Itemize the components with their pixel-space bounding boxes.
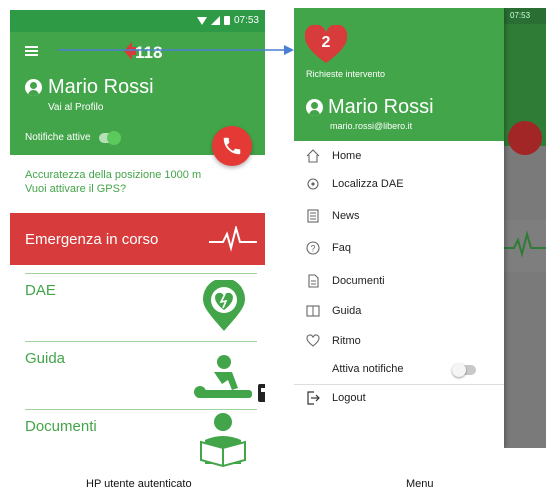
drawer-user-name: Mario Rossi — [328, 96, 434, 118]
notifications-label: Notifiche attive — [25, 132, 91, 143]
card-documenti[interactable]: Documenti — [25, 409, 257, 470]
cpr-icon — [194, 355, 265, 402]
phone-icon — [223, 137, 241, 155]
gps-accuracy: Accuratezza della posizione 1000 m — [25, 169, 202, 181]
menu-item-faq[interactable]: ? Faq — [294, 236, 504, 262]
notifications-toggle[interactable] — [98, 130, 121, 145]
wifi-icon — [196, 16, 207, 25]
logout-label: Logout — [332, 392, 366, 404]
document-icon — [308, 274, 319, 288]
help-icon: ? — [306, 241, 320, 255]
caption-home: HP utente autenticato — [86, 478, 192, 490]
signal-icon — [210, 16, 220, 25]
requests-label: Richieste intervento — [306, 69, 386, 79]
menu-label: Guida — [332, 305, 362, 317]
card-dae-label: DAE — [25, 282, 56, 299]
status-time: 07:53 — [233, 15, 259, 26]
notifications-row: Notifiche attive — [25, 130, 121, 145]
menu-label: Documenti — [332, 275, 385, 287]
requests-heart-icon[interactable]: 2 — [304, 25, 348, 65]
gps-prompt: Vuoi attivare il GPS? — [25, 183, 127, 195]
battery-icon — [223, 16, 230, 25]
home-icon — [306, 149, 320, 163]
drawer-header: 2 Richieste intervento Mario Rossi mario… — [294, 8, 504, 141]
profile-link[interactable]: Vai al Profilo — [48, 102, 103, 113]
call-button[interactable] — [212, 126, 252, 166]
card-dae[interactable]: DAE — [25, 273, 257, 341]
notifications-toggle[interactable] — [452, 363, 476, 377]
card-guida[interactable]: Guida — [25, 341, 265, 409]
dimmed-background[interactable]: 07:53 — [504, 8, 546, 448]
account-icon — [25, 79, 42, 96]
user-row: Mario Rossi — [25, 76, 154, 99]
drawer-user-row: Mario Rossi — [306, 96, 434, 119]
menu-item-logout[interactable]: Logout — [294, 386, 504, 412]
card-guida-label: Guida — [25, 350, 66, 367]
emergency-label: Emergenza in corso — [25, 231, 159, 248]
menu-item-attiva-notifiche: Attiva notifiche — [294, 357, 504, 383]
user-name: Mario Rossi — [48, 76, 154, 98]
user-email: mario.rossi@libero.it — [330, 121, 413, 131]
menu-item-news[interactable]: News — [294, 204, 504, 230]
menu-icon[interactable] — [25, 46, 38, 58]
gps-message[interactable]: Accuratezza della posizione 1000 m Vuoi … — [25, 168, 201, 196]
heart-outline-icon — [306, 334, 320, 347]
menu-label: Home — [332, 150, 362, 162]
home-screen: 07:53 118 Mario Rossi Vai al Profilo Not… — [10, 10, 265, 470]
navigation-drawer: 2 Richieste intervento Mario Rossi mario… — [294, 8, 504, 448]
menu-item-home[interactable]: Home — [294, 144, 504, 170]
reader-icon — [200, 413, 246, 468]
news-icon — [307, 209, 319, 223]
menu-label: Ritmo — [332, 335, 361, 347]
menu-item-ritmo[interactable]: Ritmo — [294, 329, 504, 355]
menu-item-guida[interactable]: Guida — [294, 299, 504, 325]
emergency-banner[interactable]: Emergenza in corso — [10, 213, 265, 265]
heartbeat-icon-dimmed — [504, 230, 546, 258]
locate-icon — [307, 178, 319, 190]
account-icon — [306, 99, 323, 116]
menu-screen: 07:53 2 Richieste intervento Mario Rossi… — [294, 8, 546, 448]
logout-icon — [307, 391, 320, 405]
menu-label: Localizza DAE — [332, 178, 404, 190]
request-count: 2 — [322, 34, 331, 51]
menu-item-localizza-dae[interactable]: Localizza DAE — [294, 172, 504, 198]
menu-label: News — [332, 210, 360, 222]
card-documenti-label: Documenti — [25, 418, 97, 435]
menu-item-documenti[interactable]: Documenti — [294, 269, 504, 295]
heartbeat-icon — [209, 226, 257, 252]
status-bar: 07:53 — [10, 10, 265, 32]
status-time-dimmed: 07:53 — [504, 8, 546, 24]
menu-label: Faq — [332, 242, 351, 254]
divider — [294, 384, 504, 385]
transition-arrow — [58, 45, 294, 55]
aed-pin-icon — [203, 280, 245, 331]
svg-text:?: ? — [310, 244, 315, 254]
book-icon — [306, 305, 320, 317]
menu-label: Attiva notifiche — [332, 363, 404, 375]
caption-menu: Menu — [406, 478, 434, 490]
